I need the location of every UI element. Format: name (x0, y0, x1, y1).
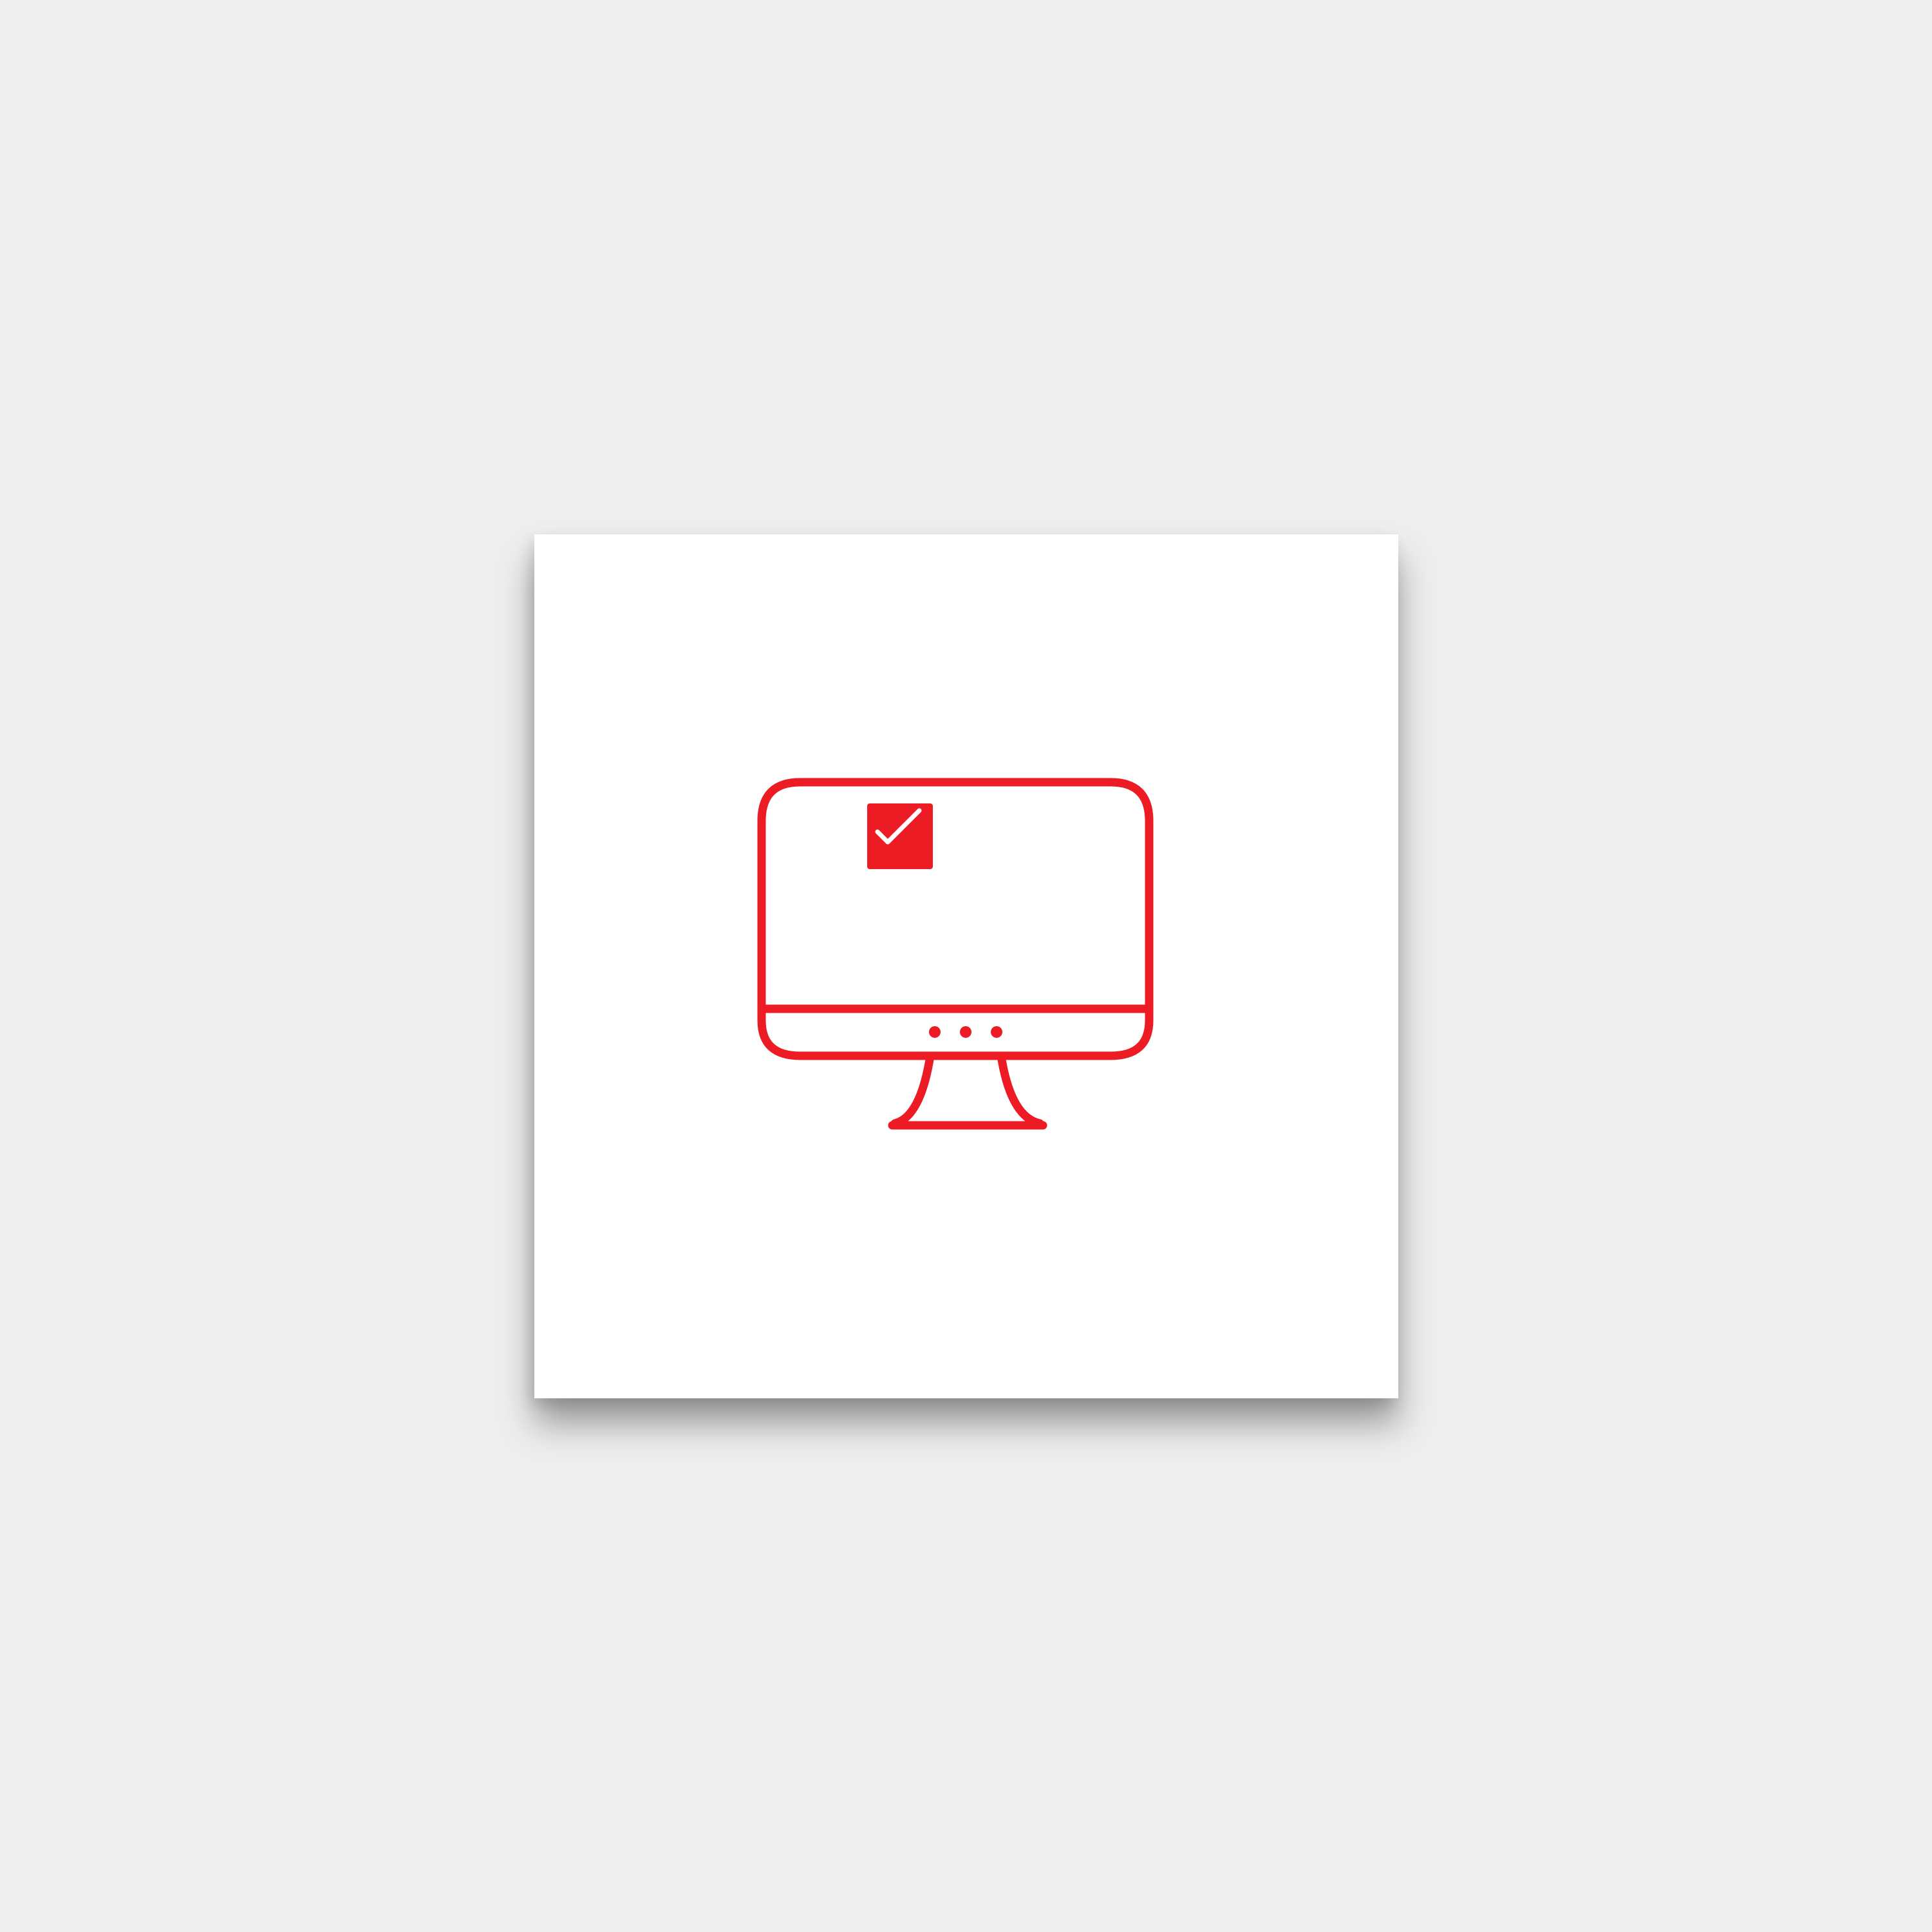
indicator-dot (991, 1026, 1002, 1038)
icon-card (534, 534, 1398, 1398)
indicator-dot (960, 1026, 971, 1038)
monitor-stand-left (890, 1051, 935, 1128)
monitor-stand-right (997, 1051, 1044, 1128)
monitor-check-icon (757, 778, 1154, 1130)
checkbox-square (867, 803, 933, 869)
indicator-dot (929, 1026, 941, 1038)
monitor-frame (757, 778, 1154, 1060)
icon-container (534, 534, 1398, 1398)
